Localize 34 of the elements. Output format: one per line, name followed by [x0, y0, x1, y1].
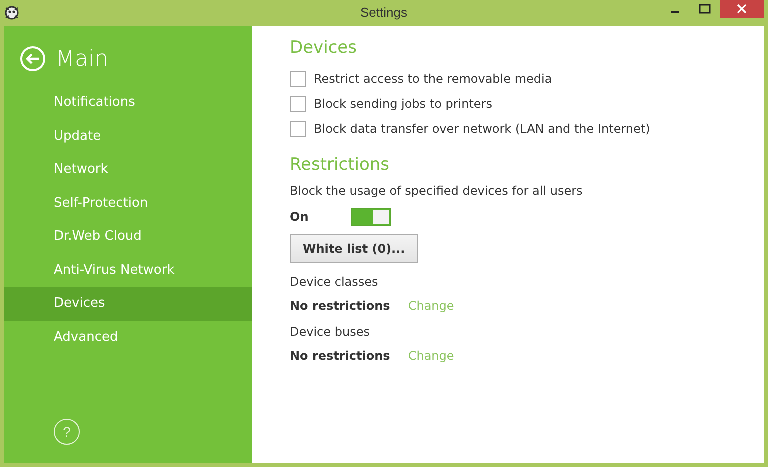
section-title: Devices: [290, 38, 358, 58]
change-link[interactable]: Change: [408, 349, 454, 363]
checkbox[interactable]: [290, 70, 306, 86]
toggle-switch[interactable]: [350, 208, 391, 226]
help-button[interactable]: ?: [54, 419, 80, 445]
sidebar-item[interactable]: Dr.Web Cloud: [4, 220, 252, 254]
section-title: Restrictions: [290, 155, 391, 175]
list-button[interactable]: White list (0)...: [290, 234, 418, 263]
sidebar-item[interactable]: Update: [4, 120, 252, 153]
description-text: Block the usage of specified devices for all users: [290, 184, 584, 198]
maximize-icon: [699, 4, 711, 14]
app-icon: [4, 4, 20, 20]
back-button[interactable]: Main: [4, 26, 252, 86]
sidebar-item[interactable]: Self-Protection: [4, 186, 252, 220]
group-label: Device classes: [290, 275, 380, 289]
minimize-icon: [671, 11, 679, 13]
checkbox-label: Restrict access to the removable media: [314, 72, 552, 86]
sidebar-item[interactable]: Network: [4, 153, 252, 186]
change-link[interactable]: Change: [408, 299, 454, 313]
close-button[interactable]: [720, 0, 764, 18]
group-label: Device buses: [290, 325, 371, 339]
sidebar-item[interactable]: Notifications: [4, 86, 252, 120]
window-title: Settings: [360, 5, 408, 20]
checkbox[interactable]: [290, 120, 306, 136]
group-value: No restrictions: [290, 299, 390, 313]
checkbox-label: Block sending jobs to printers: [314, 96, 492, 110]
group-value: No restrictions: [290, 349, 390, 363]
checkbox-label: Block data transfer over network (LAN and the Internet): [314, 122, 650, 136]
checkbox[interactable]: [290, 96, 306, 112]
close-icon: [737, 4, 747, 14]
sidebar-item[interactable]: Anti-Virus Network: [4, 254, 252, 287]
toggle-label: On: [290, 210, 309, 224]
sidebar-item[interactable]: Devices: [4, 287, 252, 320]
sidebar-item[interactable]: Advanced: [4, 320, 252, 354]
